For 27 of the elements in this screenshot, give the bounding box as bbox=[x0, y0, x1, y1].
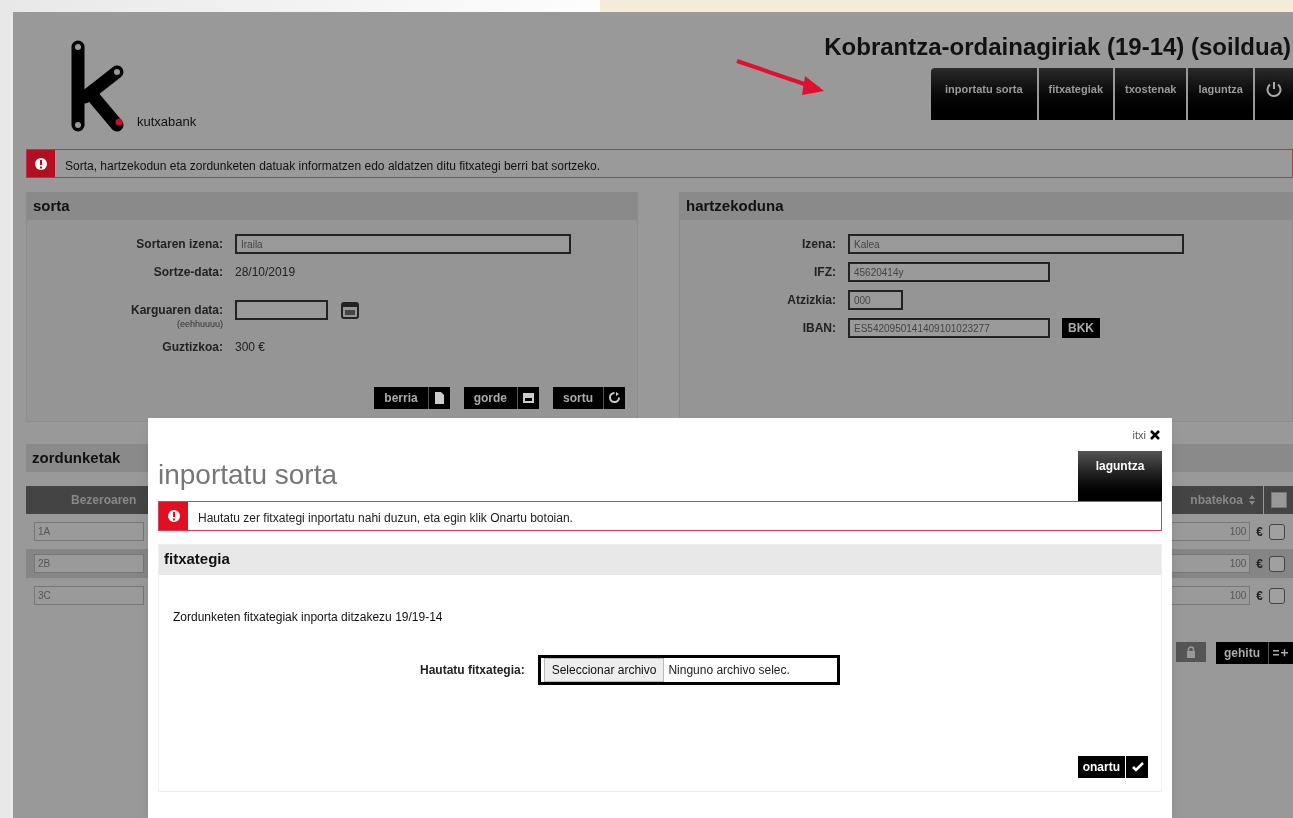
field-label: Sortze-data: bbox=[153, 264, 223, 281]
field-label: Hautatu fitxategia: bbox=[420, 661, 525, 679]
field-label: Izena: bbox=[802, 236, 836, 253]
logo-text: kutxabank bbox=[137, 112, 197, 131]
field-label: Sortaren izena: bbox=[136, 236, 223, 253]
panel-title: zordunketak bbox=[32, 447, 121, 468]
description-text: Zordunketen fitxategiak inporta ditzakezu 19/19-14 bbox=[173, 608, 444, 626]
dialog-title: inportatu sorta bbox=[158, 460, 337, 492]
field-label: Atzizkia: bbox=[787, 292, 836, 309]
field-label: Guztizkoa: bbox=[162, 339, 223, 356]
field-label: IBAN: bbox=[802, 320, 836, 337]
field-label: IFZ: bbox=[814, 264, 836, 281]
info-text: Hautatu zer fitxategi inportatu nahi duzun, eta egin klik Onartu botoian. bbox=[197, 509, 574, 527]
field-hint: (eehhuuuu) bbox=[176, 320, 223, 329]
column-header: Bezeroaren bbox=[71, 492, 137, 509]
panel-title: sorta bbox=[33, 196, 70, 217]
currency-label: € bbox=[1256, 587, 1263, 605]
column-header: nbatekoa bbox=[1190, 491, 1263, 509]
currency-label: € bbox=[1256, 523, 1263, 541]
page-title: Kobrantza-ordainagiriak (19-14) (soildua) bbox=[824, 32, 1292, 62]
info-text: Sorta, hartzekodun eta zordunketen datuak informatzen edo aldatzen ditu fitxategi berri bat sortzeko. bbox=[64, 158, 601, 175]
section-title: fitxategia bbox=[164, 549, 230, 570]
panel-title: hartzekoduna bbox=[686, 196, 784, 217]
field-label: Karguaren data: bbox=[130, 302, 223, 319]
field-value: 300 € bbox=[235, 339, 266, 356]
field-value: 28/10/2019 bbox=[235, 264, 296, 281]
currency-label: € bbox=[1256, 555, 1263, 573]
